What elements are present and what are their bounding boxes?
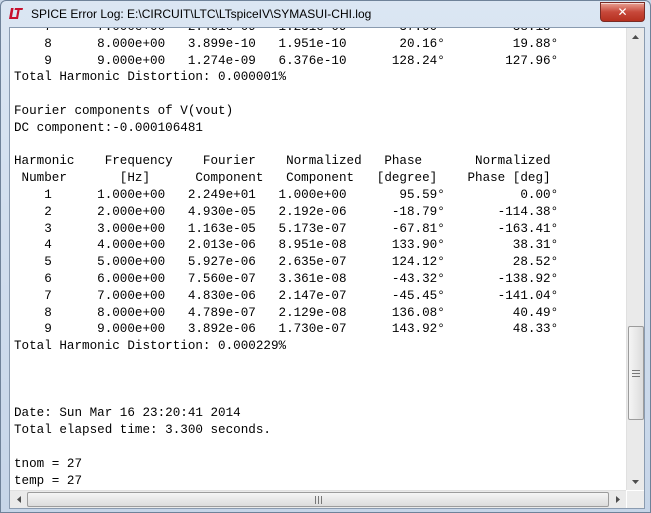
scroll-right-arrow-icon: [615, 496, 620, 503]
ltspice-logo-icon: [7, 5, 25, 23]
horizontal-scrollbar[interactable]: [10, 490, 626, 508]
scroll-right-button[interactable]: [609, 491, 626, 508]
vertical-scroll-thumb[interactable]: [628, 326, 644, 420]
log-text-area[interactable]: 7 7.000e+00 2.461e-09 1.231e-09 -37.90° …: [10, 28, 626, 490]
scroll-left-arrow-icon: [16, 496, 21, 503]
log-line: Total elapsed time: 3.300 seconds.: [14, 423, 271, 438]
log-line: 8 8.000e+00 4.789e-07 2.129e-08 136.08° …: [14, 305, 559, 320]
window-title: SPICE Error Log: E:\CIRCUIT\LTC\LTspiceI…: [31, 7, 372, 21]
log-line: Total Harmonic Distortion: 0.000001%: [14, 70, 287, 85]
title-bar[interactable]: SPICE Error Log: E:\CIRCUIT\LTC\LTspiceI…: [1, 1, 650, 27]
log-line: 7 7.000e+00 4.830e-06 2.147e-07 -45.45° …: [14, 288, 559, 303]
log-line: 6 6.000e+00 7.560e-07 3.361e-08 -43.32° …: [14, 271, 559, 286]
horizontal-scroll-thumb[interactable]: [27, 492, 609, 507]
scroll-down-button[interactable]: [627, 473, 644, 490]
close-button[interactable]: ✕: [600, 2, 645, 22]
log-text-view[interactable]: 7 7.000e+00 2.461e-09 1.231e-09 -37.90° …: [9, 27, 645, 509]
log-line: Fourier components of V(vout): [14, 103, 234, 118]
scroll-grip-icon: [314, 495, 322, 504]
log-line: Harmonic Frequency Fourier Normalized Ph…: [14, 154, 551, 169]
log-line: Total Harmonic Distortion: 0.000229%: [14, 339, 287, 354]
log-line: tnom = 27: [14, 456, 83, 471]
log-line: 4 4.000e+00 2.013e-06 8.951e-08 133.90° …: [14, 238, 559, 253]
scroll-left-button[interactable]: [10, 491, 27, 508]
close-icon: ✕: [617, 5, 628, 19]
log-line: DC component:-0.000106481: [14, 120, 203, 135]
log-line: 1 1.000e+00 2.249e+01 1.000e+00 95.59° 0…: [14, 187, 559, 202]
log-line: 9 9.000e+00 3.892e-06 1.730e-07 143.92° …: [14, 322, 559, 337]
scrollbar-corner: [627, 491, 644, 508]
log-line: 5 5.000e+00 5.927e-06 2.635e-07 124.12° …: [14, 255, 559, 270]
spice-error-log-window: SPICE Error Log: E:\CIRCUIT\LTC\LTspiceI…: [0, 0, 651, 513]
log-line: 9 9.000e+00 1.274e-09 6.376e-10 128.24° …: [14, 53, 559, 68]
scroll-up-button[interactable]: [627, 28, 644, 45]
log-line: Number [Hz] Component Component [degree]…: [14, 171, 551, 186]
log-line: 8 8.000e+00 3.899e-10 1.951e-10 20.16° 1…: [14, 36, 559, 51]
log-content: 7 7.000e+00 2.461e-09 1.231e-09 -37.90° …: [14, 28, 558, 489]
log-line: 7 7.000e+00 2.461e-09 1.231e-09 -37.90° …: [14, 28, 558, 34]
scroll-down-arrow-icon: [632, 479, 639, 484]
log-line: Date: Sun Mar 16 23:20:41 2014: [14, 406, 241, 421]
log-line: 2 2.000e+00 4.930e-05 2.192e-06 -18.79° …: [14, 204, 559, 219]
log-line: 3 3.000e+00 1.163e-05 5.173e-07 -67.81° …: [14, 221, 559, 236]
vertical-scrollbar[interactable]: [626, 28, 644, 490]
scroll-up-arrow-icon: [632, 34, 639, 39]
log-line: temp = 27: [14, 473, 83, 488]
scroll-grip-icon: [632, 369, 640, 377]
